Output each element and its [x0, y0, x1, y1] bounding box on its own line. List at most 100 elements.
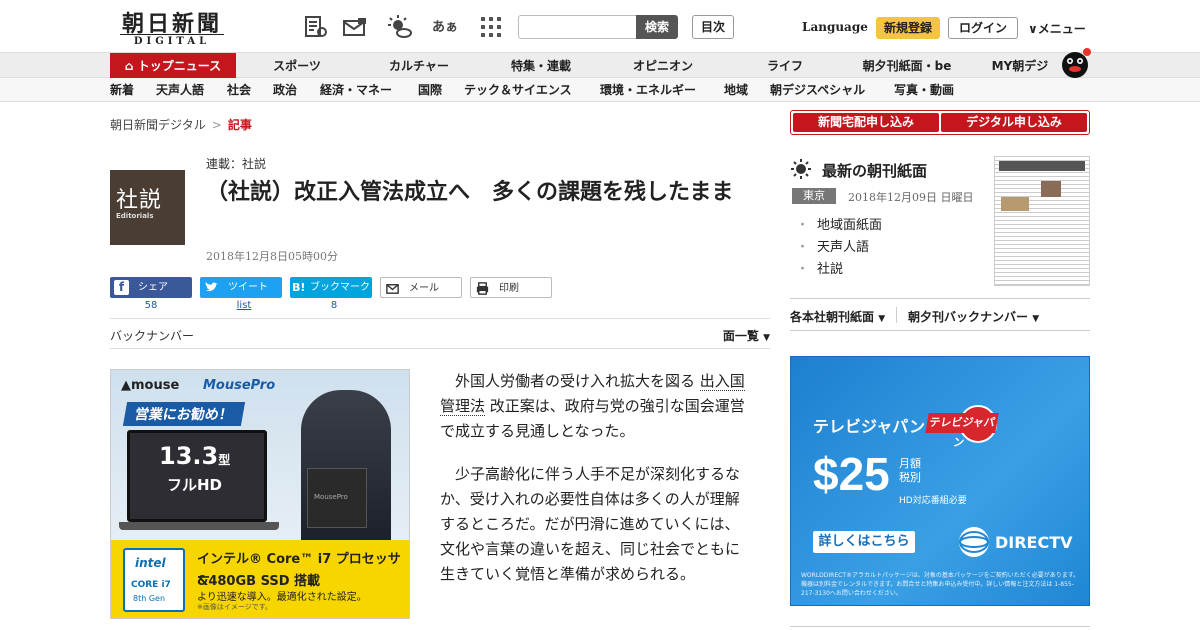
envelope-icon	[386, 284, 399, 294]
asahi-logo[interactable]: 朝日新聞 DIGITAL	[116, 6, 228, 48]
nav-item-culture[interactable]: カルチャー	[374, 53, 464, 79]
backnumber-dropdown[interactable]: 朝夕刊バックナンバー ▼	[908, 308, 1039, 325]
subnav-item-environment[interactable]: 環境・エネルギー	[600, 78, 696, 102]
hatena-icon: B!	[292, 281, 306, 294]
article-body: 外国人労働者の受け入れ拡大を図る 出入国管理法 改正案は、政府与党の強引な国会運…	[440, 369, 752, 605]
divider	[790, 330, 1090, 331]
menu-button[interactable]: ∨メニュー	[1028, 20, 1086, 37]
tv-japan-ad[interactable]: テレビジャパン テレビジャパン $25 月額 税別 HD対応番組必要 詳しくはこ…	[790, 356, 1090, 606]
backnumber-link[interactable]: バックナンバー	[110, 327, 194, 344]
triangle-down-icon: ▼	[878, 314, 886, 324]
ad-tax: 税別	[899, 471, 921, 484]
subnav-item-international[interactable]: 国際	[418, 78, 442, 102]
subnav-item-special[interactable]: 朝デジスペシャル	[770, 78, 865, 102]
facebook-share-count: 58	[144, 300, 158, 311]
twitter-share-button[interactable]: ツイート	[200, 277, 282, 298]
mail-share-label: メール	[409, 283, 439, 294]
nav-item-sports[interactable]: スポーツ	[252, 53, 342, 79]
ad-fullhd: フルHD	[167, 476, 223, 494]
mascot-icon[interactable]	[1058, 45, 1092, 79]
ad-brand-mouse: ▲mouse	[121, 378, 180, 393]
search-button[interactable]: 検索	[636, 15, 678, 39]
latest-edition-title[interactable]: 最新の朝刊紙面	[822, 160, 927, 181]
print-label: 印刷	[499, 283, 519, 294]
mail-share-button[interactable]: メール	[380, 277, 462, 298]
regional-paper-dropdown[interactable]: 各本社朝刊紙面 ▼	[790, 308, 885, 325]
backnumber-bar: バックナンバー 面一覧 ▼	[110, 318, 770, 349]
article-paragraph: 少子高齢化に伴う人手不足が深刻化するなか、受け入れの必要性自体は多くの人が理解す…	[440, 465, 741, 583]
subnav-item-region[interactable]: 地域	[724, 78, 748, 102]
hatena-bookmark-label: ブックマーク	[310, 282, 370, 293]
triangle-down-icon: ▼	[1032, 314, 1040, 324]
twitter-share-label: ツイート	[228, 282, 268, 293]
login-button[interactable]: ログイン	[948, 17, 1018, 39]
sun-icon	[791, 159, 811, 179]
twitter-share-list-link[interactable]: list	[200, 300, 288, 311]
nav-item-my-asadigi[interactable]: MY朝デジ	[978, 53, 1062, 79]
facebook-share-button[interactable]: f シェア	[110, 277, 192, 298]
home-icon: ⌂	[124, 59, 138, 73]
digital-subscribe-button[interactable]: デジタル申し込み	[941, 113, 1087, 132]
tvjapan-logo-text: テレビジャパン	[925, 413, 999, 449]
ad-hd-note: HD対応番組必要	[899, 496, 967, 506]
series-label[interactable]: 連載：社説	[206, 155, 266, 172]
laptop-base	[119, 522, 279, 530]
hatena-bookmark-button[interactable]: B! ブックマーク	[290, 277, 372, 298]
ad-price: $25	[813, 448, 890, 500]
language-link[interactable]: Language	[802, 20, 868, 34]
register-button[interactable]: 新規登録	[876, 17, 940, 39]
directv-logo-text: DIRECTV	[995, 533, 1073, 552]
triangle-down-icon: ▼	[763, 333, 770, 343]
intel-badge: intel CORE i7 8th Gen	[123, 548, 185, 612]
index-button[interactable]: 目次	[692, 15, 734, 39]
paper-subscribe-button[interactable]: 新聞宅配申し込み	[793, 113, 939, 132]
grid-icon[interactable]	[478, 14, 504, 40]
subnav-item-photo-video[interactable]: 写真・動画	[894, 78, 954, 102]
mouse-computer-ad[interactable]: ▲mouse MousePro 営業にお勧め！ 13.3型 フルHD Mouse…	[110, 369, 410, 619]
nav-item-life[interactable]: ライフ	[740, 53, 830, 79]
subnav-item-politics[interactable]: 政治	[273, 78, 297, 102]
directv-globe-icon	[959, 527, 989, 557]
printer-icon	[476, 282, 489, 295]
editorial-thumbnail[interactable]: 社説 Editorials	[110, 170, 185, 245]
article-paragraph: 外国人労働者の受け入れ拡大を図る 出入国管理法 改正案は、政府与党の強引な国会運…	[440, 372, 745, 440]
subnav-item-society[interactable]: 社会	[227, 78, 251, 102]
divider	[896, 307, 897, 323]
paper-icon[interactable]	[302, 14, 328, 40]
mail-icon[interactable]	[342, 14, 368, 40]
ad-spec-ssd: &480GB SSD 搭載	[197, 574, 321, 589]
product-image: MousePro	[307, 468, 367, 528]
edition-badge: 東京	[792, 188, 836, 204]
nav-item-opinion[interactable]: オピニオン	[618, 53, 708, 79]
search-input[interactable]	[518, 15, 638, 39]
logo-rule	[120, 34, 224, 35]
nav-item-top-news[interactable]: ⌂ トップニュース	[110, 53, 236, 79]
ad-fine-print: WORLDDIRECT®アラカルトパッケージは、対象の基本パッケージをご契約いた…	[801, 572, 1080, 597]
ad-tvjapan-brand: テレビジャパン	[813, 417, 926, 436]
ad-promo-text: 営業にお勧め！	[122, 402, 246, 426]
subnav-item-tenseijingo[interactable]: 天声人語	[156, 78, 204, 102]
subnav-item-tech[interactable]: テック＆サイエンス	[464, 78, 572, 102]
page-list-dropdown[interactable]: 面一覧 ▼	[723, 327, 770, 344]
weather-icon[interactable]	[386, 14, 412, 40]
subnav-item-new[interactable]: 新着	[110, 78, 134, 102]
breadcrumb-separator: >	[211, 118, 222, 132]
latest-link-tenseijingo[interactable]: ・天声人語	[796, 236, 869, 255]
subnav-item-economy[interactable]: 経済・マネー	[320, 78, 392, 102]
facebook-share-label: シェア	[138, 282, 168, 293]
nav-item-features[interactable]: 特集・連載	[496, 53, 586, 79]
site-header: 朝日新聞 DIGITAL あぁ 検索 目次 Language 新規登録 ログイン	[0, 0, 1200, 52]
hatena-bookmark-count: 8	[330, 300, 338, 311]
divider	[790, 626, 1090, 627]
ad-details-button[interactable]: 詳しくはこちら	[813, 531, 915, 553]
facebook-icon: f	[114, 280, 129, 295]
nav-item-paper[interactable]: 朝夕刊紙面・be	[852, 53, 962, 79]
latest-link-regional[interactable]: ・地域面紙面	[796, 214, 882, 233]
print-button[interactable]: 印刷	[470, 277, 552, 298]
font-size-icon[interactable]: あぁ	[432, 16, 458, 42]
latest-link-editorial[interactable]: ・社説	[796, 258, 843, 277]
thumbnail-kanji: 社説	[116, 188, 163, 213]
breadcrumb-home[interactable]: 朝日新聞デジタル	[110, 118, 206, 132]
ad-brand-mousepro: MousePro	[203, 378, 276, 393]
newspaper-thumbnail[interactable]	[994, 156, 1090, 286]
